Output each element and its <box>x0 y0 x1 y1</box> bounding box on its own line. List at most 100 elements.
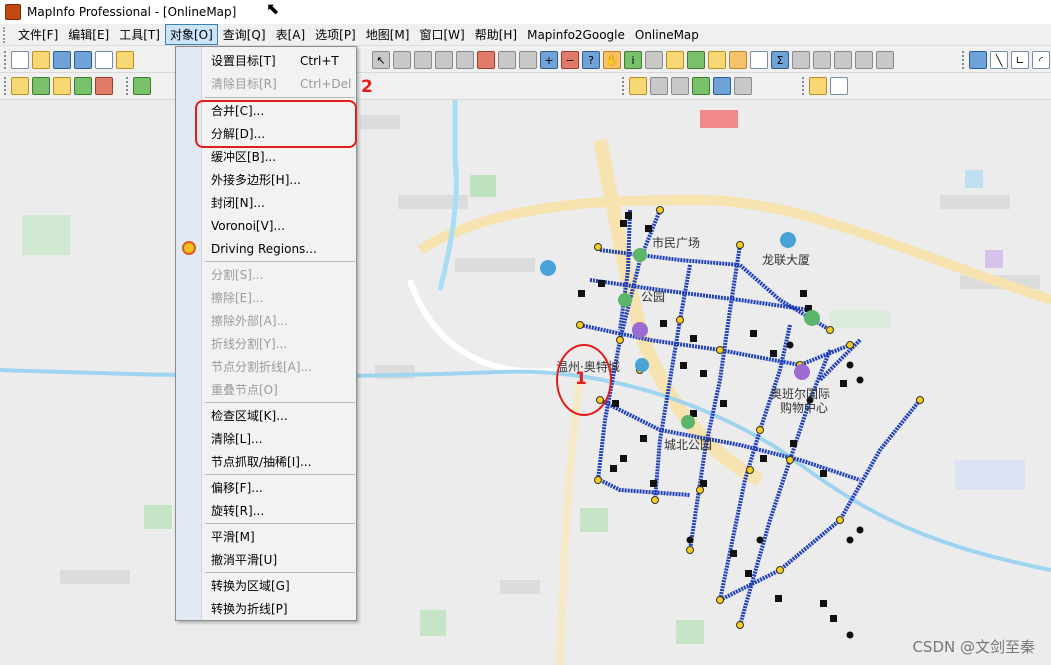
menu-item-convex-hull[interactable]: 外接多边形[H]... <box>203 168 355 191</box>
plugin-tool-1-icon[interactable] <box>11 77 29 95</box>
ruler-icon[interactable] <box>729 51 747 69</box>
menu-item-convert-to-region[interactable]: 转换为区域[G] <box>203 574 355 597</box>
toolbar-grip[interactable] <box>4 77 7 95</box>
add-node-icon[interactable] <box>855 51 873 69</box>
polygon-select-icon[interactable] <box>435 51 453 69</box>
globe-icon[interactable] <box>133 77 151 95</box>
new-file-icon[interactable] <box>11 51 29 69</box>
menu-item-voronoi[interactable]: Voronoi[V]... <box>203 214 355 237</box>
select-arrow-icon[interactable]: ↖ <box>372 51 390 69</box>
park-pin-icon[interactable] <box>618 293 632 307</box>
menu-item-convert-to-polyline[interactable]: 转换为折线[P] <box>203 597 355 620</box>
open-workspace-icon[interactable] <box>53 51 71 69</box>
hotlink-icon[interactable] <box>645 51 663 69</box>
open-dbms-icon[interactable] <box>116 51 134 69</box>
drag-map-icon[interactable] <box>687 51 705 69</box>
table-tool-1-icon[interactable] <box>629 77 647 95</box>
park-pin-icon[interactable] <box>804 310 820 326</box>
menu-item-set-target[interactable]: 设置目标[T] Ctrl+T <box>203 49 355 72</box>
menu-file[interactable]: 文件[F] <box>13 24 63 45</box>
reshape-icon[interactable] <box>834 51 852 69</box>
menu-item-buffer[interactable]: 缓冲区[B]... <box>203 145 355 168</box>
menu-item-rotate[interactable]: 旋转[R]... <box>203 499 355 522</box>
set-clip-icon[interactable] <box>813 51 831 69</box>
menu-item-erase-outside[interactable]: 擦除外部[A]... <box>203 309 355 332</box>
building-pin-icon[interactable] <box>780 232 796 248</box>
pan-hand-icon[interactable]: ✋ <box>603 51 621 69</box>
menu-item-offset[interactable]: 偏移[F]... <box>203 476 355 499</box>
layer-control-icon[interactable] <box>708 51 726 69</box>
symbol-tool-icon[interactable] <box>969 51 987 69</box>
table-tool-4-icon[interactable] <box>692 77 710 95</box>
menu-item-split[interactable]: 分割[S]... <box>203 263 355 286</box>
menu-item-snap-thin[interactable]: 节点抓取/抽稀[I]... <box>203 450 355 473</box>
info-tool-icon[interactable]: i <box>624 51 642 69</box>
map-window[interactable]: 市民广场 龙联大厦 公园 温州·奥特城 奥班尔国际 购物中心 城北公园 CSDN… <box>0 100 1051 665</box>
toolbar-grip[interactable] <box>4 51 7 69</box>
save-copy-icon[interactable] <box>95 51 113 69</box>
plugin-tool-4-icon[interactable] <box>74 77 92 95</box>
menu-item-check-regions[interactable]: 检查区域[K]... <box>203 404 355 427</box>
edit-node-icon[interactable] <box>876 51 894 69</box>
menu-objects[interactable]: 对象[O] <box>164 24 218 45</box>
shop-pin-icon[interactable] <box>632 322 648 338</box>
menu-edit[interactable]: 编辑[E] <box>63 24 114 45</box>
invert-selection-icon[interactable] <box>519 51 537 69</box>
extra-tool-2-icon[interactable] <box>830 77 848 95</box>
statistics-icon[interactable]: Σ <box>771 51 789 69</box>
toolbar-grip[interactable] <box>126 77 129 95</box>
menu-item-overlay-nodes[interactable]: 重叠节点[O] <box>203 378 355 401</box>
graph-select-icon[interactable] <box>498 51 516 69</box>
label-tool-icon[interactable] <box>666 51 684 69</box>
plugin-tool-5-icon[interactable] <box>95 77 113 95</box>
park-pin-icon[interactable] <box>633 248 647 262</box>
menu-item-unsmooth[interactable]: 撤消平滑[U] <box>203 548 355 571</box>
menu-item-split-at-node[interactable]: 节点分割折线[A]... <box>203 355 355 378</box>
building-pin-icon[interactable] <box>635 358 649 372</box>
building-pin-icon[interactable] <box>540 260 556 276</box>
toolbar-grip[interactable] <box>622 77 625 95</box>
menu-options[interactable]: 选项[P] <box>310 24 361 45</box>
menu-item-split-polyline[interactable]: 折线分割[Y]... <box>203 332 355 355</box>
shop-pin-icon[interactable] <box>794 364 810 380</box>
legend-icon[interactable] <box>750 51 768 69</box>
menu-item-clear-target[interactable]: 清除目标[R] Ctrl+Del <box>203 72 355 95</box>
boundary-select-icon[interactable] <box>456 51 474 69</box>
menu-window[interactable]: 窗口[W] <box>414 24 469 45</box>
line-tool-icon[interactable]: ╲ <box>990 51 1008 69</box>
marquee-select-icon[interactable] <box>393 51 411 69</box>
radius-select-icon[interactable] <box>414 51 432 69</box>
menu-item-erase[interactable]: 擦除[E]... <box>203 286 355 309</box>
menu-onlinemap[interactable]: OnlineMap <box>630 26 704 44</box>
menu-help[interactable]: 帮助[H] <box>470 24 522 45</box>
extra-tool-1-icon[interactable] <box>809 77 827 95</box>
polyline-tool-icon[interactable]: ∟ <box>1011 51 1029 69</box>
menubar-grip[interactable] <box>3 26 9 43</box>
save-icon[interactable] <box>74 51 92 69</box>
menu-item-smooth[interactable]: 平滑[M] <box>203 525 355 548</box>
table-tool-5-icon[interactable] <box>713 77 731 95</box>
menu-map[interactable]: 地图[M] <box>361 24 415 45</box>
menu-item-clean[interactable]: 清除[L]... <box>203 427 355 450</box>
zoom-in-icon[interactable]: + <box>540 51 558 69</box>
menu-query[interactable]: 查询[Q] <box>218 24 271 45</box>
arc-tool-icon[interactable]: ◜ <box>1032 51 1050 69</box>
plugin-tool-3-icon[interactable] <box>53 77 71 95</box>
menu-item-enclose[interactable]: 封闭[N]... <box>203 191 355 214</box>
toolbar-grip[interactable] <box>962 51 965 69</box>
park-pin-icon[interactable] <box>681 415 695 429</box>
table-tool-6-icon[interactable] <box>734 77 752 95</box>
plugin-tool-2-icon[interactable] <box>32 77 50 95</box>
map-canvas[interactable] <box>0 100 1051 665</box>
change-view-icon[interactable]: ? <box>582 51 600 69</box>
clip-region-icon[interactable] <box>792 51 810 69</box>
table-tool-3-icon[interactable] <box>671 77 689 95</box>
unselect-all-icon[interactable] <box>477 51 495 69</box>
toolbar-grip[interactable] <box>802 77 805 95</box>
menu-item-driving-regions[interactable]: Driving Regions... <box>203 237 355 260</box>
table-tool-2-icon[interactable] <box>650 77 668 95</box>
menu-table[interactable]: 表[A] <box>271 24 311 45</box>
zoom-out-icon[interactable]: − <box>561 51 579 69</box>
menu-mapinfo2google[interactable]: Mapinfo2Google <box>522 26 630 44</box>
menu-tools[interactable]: 工具[T] <box>114 24 165 45</box>
